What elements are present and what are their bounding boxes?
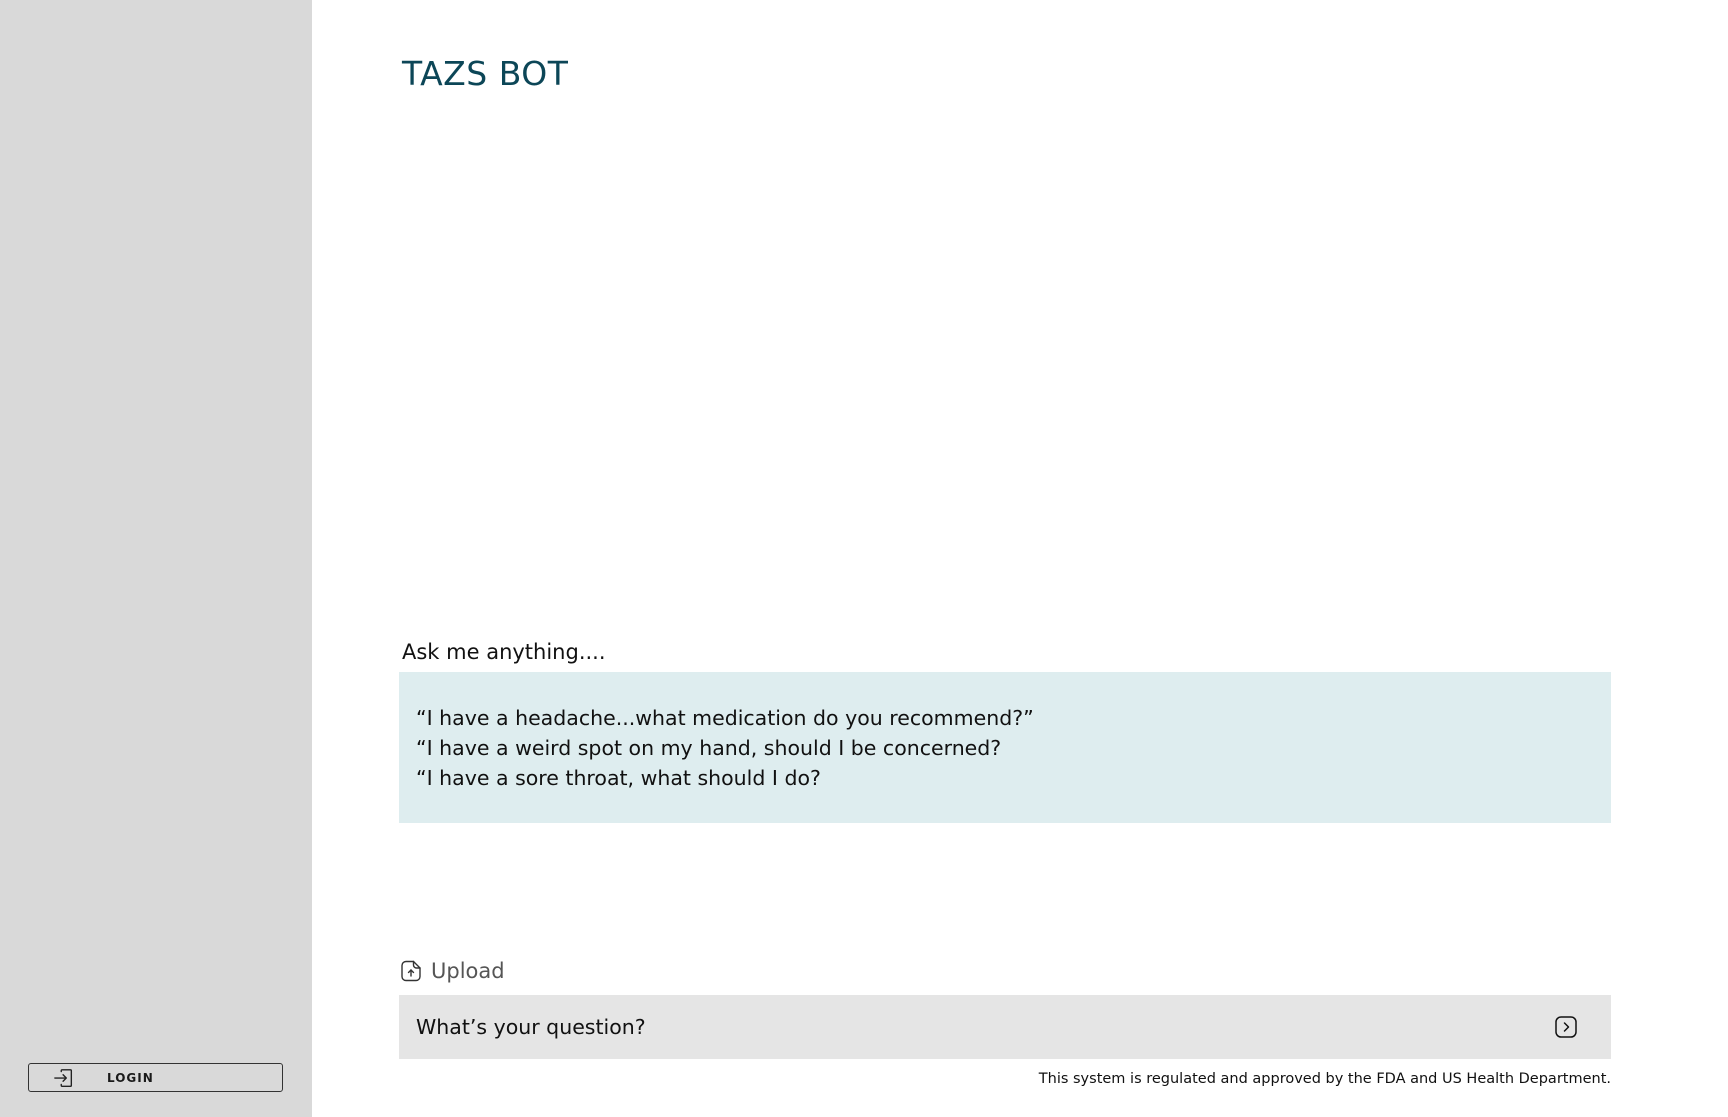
file-upload-icon [401,960,421,982]
example-questions-box: “I have a headache...what medication do … [399,672,1611,823]
page-title: TAZS BOT [402,54,569,93]
example-question[interactable]: “I have a weird spot on my hand, should … [416,733,1611,763]
sidebar: LOGIN [0,0,312,1117]
send-button[interactable] [1554,1015,1578,1039]
login-icon [54,1069,73,1087]
example-question[interactable]: “I have a sore throat, what should I do? [416,763,1611,793]
question-bar [399,995,1611,1059]
login-label: LOGIN [107,1071,154,1085]
upload-button[interactable]: Upload [399,959,505,983]
prompt-label: Ask me anything.... [402,640,606,664]
chevron-right-icon [1555,1016,1577,1038]
question-input[interactable] [399,995,1539,1059]
login-button[interactable]: LOGIN [28,1063,283,1092]
main-panel: TAZS BOT Ask me anything.... “I have a h… [312,0,1728,1117]
disclaimer-text: This system is regulated and approved by… [1038,1071,1611,1087]
upload-label: Upload [431,959,505,983]
example-question[interactable]: “I have a headache...what medication do … [416,703,1611,733]
